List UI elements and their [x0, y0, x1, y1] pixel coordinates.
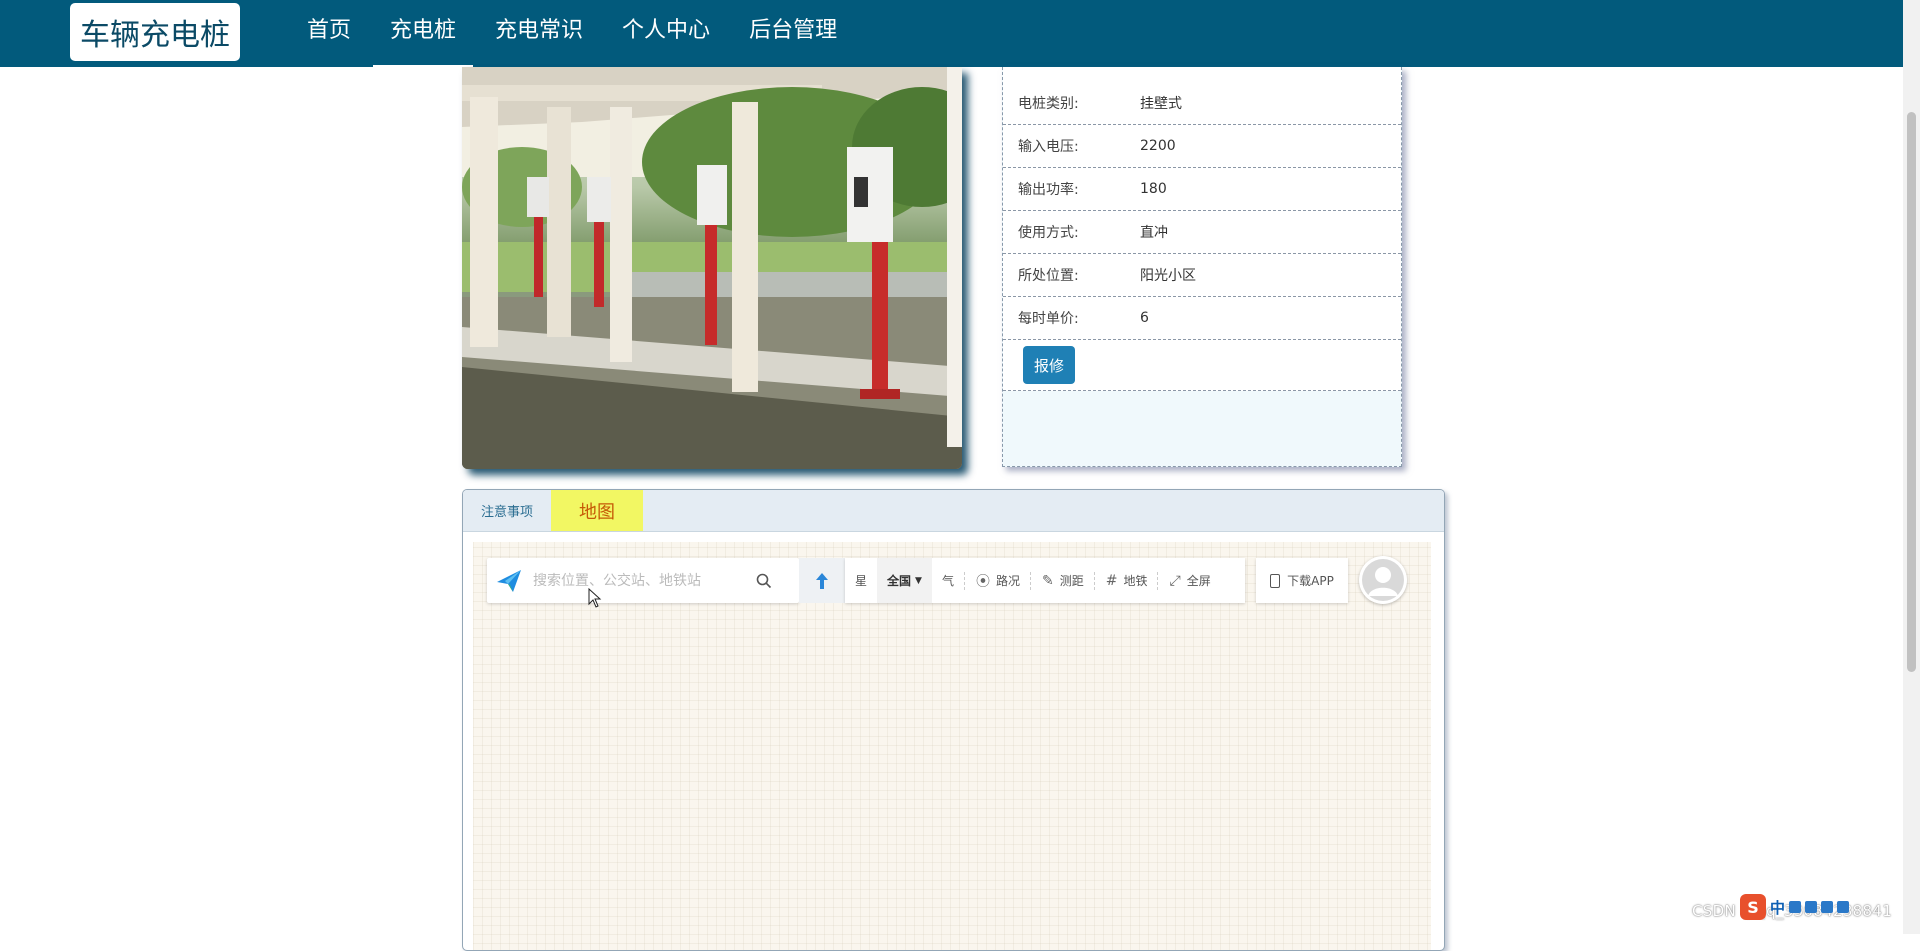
mouse-cursor	[588, 587, 602, 612]
weather-partial-label: 气	[941, 574, 954, 588]
traffic-light-icon: ⦿	[975, 573, 990, 590]
ruler-icon: ✎	[1041, 572, 1054, 589]
tool-label: 测距	[1059, 574, 1084, 588]
detail-value: 180	[1140, 181, 1167, 197]
subway-icon: #	[1105, 572, 1118, 589]
nav-personal-center[interactable]: 个人中心	[605, 0, 727, 67]
phone-icon	[1270, 573, 1281, 588]
scrollbar-thumb[interactable]	[1907, 112, 1916, 672]
brand-logo[interactable]: 车辆充电桩	[70, 3, 240, 61]
ime-mode-label[interactable]: 中	[1770, 897, 1785, 918]
detail-label: 所处位置:	[1018, 268, 1079, 284]
top-navbar: 车辆充电桩 首页 充电桩 充电常识 个人中心 后台管理	[0, 0, 1903, 67]
detail-row-usage: 使用方式: 直冲	[1003, 211, 1401, 254]
nav-charging-piles[interactable]: 充电桩	[373, 0, 474, 67]
tool-route-partial[interactable]: 星	[845, 558, 877, 603]
detail-label: 输入电压:	[1018, 139, 1079, 155]
detail-value: 挂壁式	[1140, 96, 1182, 112]
tool-fullscreen[interactable]: ⤢ 全屏	[1159, 558, 1220, 603]
detail-actions: 报修	[1003, 340, 1401, 391]
nav-home[interactable]: 首页	[290, 0, 368, 67]
tool-traffic[interactable]: ⦿ 路况	[966, 558, 1030, 603]
map-search-box	[487, 558, 799, 603]
fullscreen-icon: ⤢	[1169, 572, 1181, 589]
ime-tool-icon[interactable]	[1805, 901, 1818, 913]
pile-details-panel: 电桩类别: 挂壁式 输入电压: 2200 输出功率: 180 使用方式: 直冲 …	[1002, 67, 1402, 467]
nav-admin[interactable]: 后台管理	[732, 0, 854, 67]
detail-value: 2200	[1140, 138, 1176, 154]
detail-label: 电桩类别:	[1018, 96, 1079, 112]
main-nav: 首页 充电桩 充电常识 个人中心 后台管理	[290, 0, 854, 67]
ime-tool-icon[interactable]	[1789, 901, 1802, 913]
map-canvas[interactable]: 星 全国▼ 气 ⦿ 路况 ✎ 测距 # 地铁 ⤢ 全屏 下载APP	[473, 542, 1431, 950]
download-app-button[interactable]: 下载APP	[1256, 558, 1348, 603]
ime-tool-icon[interactable]	[1821, 901, 1834, 913]
detail-value: 阳光小区	[1140, 268, 1196, 284]
detail-label: 每时单价:	[1018, 311, 1079, 327]
tab-notes[interactable]: 注意事项	[463, 490, 551, 531]
tab-header: 注意事项 地图	[463, 490, 1444, 532]
route-arrow-icon	[816, 572, 828, 589]
ime-toolbar: S 中	[1740, 892, 1880, 922]
repair-button[interactable]: 报修	[1023, 346, 1075, 384]
tool-weather-partial[interactable]: 气	[932, 558, 964, 603]
detail-label: 输出功率:	[1018, 182, 1079, 198]
detail-value: 直冲	[1140, 225, 1168, 241]
tab-map[interactable]: 地图	[551, 490, 644, 531]
download-app-label: 下载APP	[1287, 574, 1334, 588]
tool-subway[interactable]: # 地铁	[1096, 558, 1158, 603]
tool-label: 路况	[995, 574, 1020, 588]
route-button[interactable]	[799, 558, 845, 603]
sogou-ime-icon[interactable]: S	[1740, 894, 1766, 920]
nav-charging-tips[interactable]: 充电常识	[478, 0, 600, 67]
avatar-icon	[1362, 559, 1404, 601]
detail-row-type: 电桩类别: 挂壁式	[1003, 67, 1401, 125]
user-avatar[interactable]	[1359, 556, 1407, 604]
region-select[interactable]: 全国 ▼	[877, 558, 932, 603]
paper-plane-icon	[487, 558, 531, 603]
detail-row-input-voltage: 输入电压: 2200	[1003, 125, 1401, 168]
tool-label: 地铁	[1123, 574, 1148, 588]
vertical-scrollbar[interactable]	[1903, 0, 1920, 934]
tool-measure[interactable]: ✎ 测距	[1032, 558, 1094, 603]
detail-row-output-power: 输出功率: 180	[1003, 168, 1401, 211]
charging-pile-photo	[462, 67, 962, 469]
chevron-down-icon: ▼	[915, 575, 922, 586]
tool-label: 全屏	[1186, 574, 1211, 588]
map-search-input[interactable]	[531, 571, 749, 590]
detail-value: 6	[1140, 310, 1149, 326]
detail-row-hourly-price: 每时单价: 6	[1003, 297, 1401, 340]
ime-tool-icon[interactable]	[1837, 901, 1850, 913]
route-partial-label: 星	[855, 574, 868, 588]
tab-panel: 注意事项 地图 星 全国▼ 气 ⦿ 路况	[462, 489, 1445, 951]
search-icon[interactable]	[749, 558, 779, 603]
detail-label: 使用方式:	[1018, 225, 1079, 241]
region-label: 全国	[887, 574, 912, 588]
map-toolbar: 星 全国 ▼ 气 ⦿ 路况 ✎ 测距 # 地铁 ⤢ 全屏	[845, 558, 1245, 603]
detail-row-location: 所处位置: 阳光小区	[1003, 254, 1401, 297]
